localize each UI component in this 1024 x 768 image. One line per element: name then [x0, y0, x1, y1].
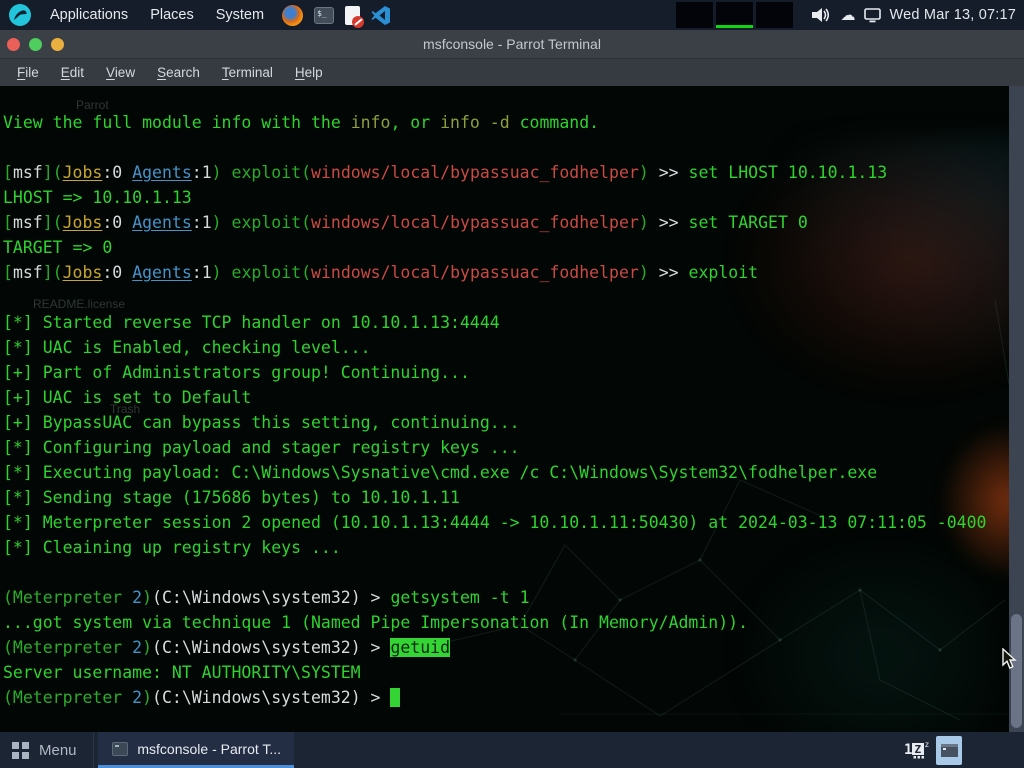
terminal-line: [msf](Jobs:0 Agents:1) exploit(windows/l… [3, 160, 1003, 185]
terminal-line: [*] Executing payload: C:\Windows\Sysnat… [3, 460, 1003, 485]
terminal-menubar: File Edit View Search Terminal Help [0, 58, 1024, 86]
menu-edit[interactable]: Edit [52, 62, 93, 83]
desktop-screen: Applications Places System $_ [0, 0, 1024, 768]
terminal-line: (Meterpreter 2)(C:\Windows\system32) > [3, 685, 1003, 710]
firefox-icon[interactable] [282, 5, 303, 26]
terminal-line: [*] Cleaining up registry keys ... [3, 535, 1003, 560]
terminal-line [3, 135, 1003, 160]
terminal-viewport[interactable]: Parrot README.license Trash View the ful… [0, 86, 1024, 732]
terminal-line: [+] BypassUAC can bypass this setting, c… [3, 410, 1003, 435]
terminal-line: [+] Part of Administrators group! Contin… [3, 360, 1003, 385]
taskbar-menu-button[interactable]: Menu [0, 732, 94, 768]
terminal-line: LHOST => 10.10.1.13 [3, 185, 1003, 210]
taskbar: Menu msfconsole - Parrot T... 1 Z z [0, 732, 1024, 768]
svg-text:Z: Z [915, 743, 922, 756]
clock[interactable]: Wed Mar 13, 07:17 [890, 7, 1016, 23]
workspace-2-active[interactable] [716, 2, 753, 28]
terminal-tray-icon[interactable] [936, 736, 962, 765]
top-panel: Applications Places System $_ [0, 0, 1024, 30]
display-icon[interactable] [864, 8, 881, 23]
taskbar-task-msfconsole[interactable]: msfconsole - Parrot T... [98, 732, 294, 768]
terminal-line: [+] UAC is set to Default [3, 385, 1003, 410]
terminal-line: [msf](Jobs:0 Agents:1) exploit(windows/l… [3, 260, 1003, 285]
menu-terminal[interactable]: Terminal [213, 62, 282, 83]
terminal-line: Server username: NT AUTHORITY\SYSTEM [3, 660, 1003, 685]
mouse-cursor [1002, 648, 1019, 670]
menu-file[interactable]: File [8, 62, 48, 83]
window-titlebar[interactable]: msfconsole - Parrot Terminal [0, 30, 1024, 58]
taskbar-task-label: msfconsole - Parrot T... [137, 741, 279, 757]
taskbar-menu-label: Menu [39, 742, 77, 759]
terminal-line: [*] UAC is Enabled, checking level... [3, 335, 1003, 360]
terminal-line: ...got system via technique 1 (Named Pip… [3, 610, 1003, 635]
terminal-line: (Meterpreter 2)(C:\Windows\system32) > g… [3, 635, 1003, 660]
weather-icon[interactable]: ☁ [841, 8, 856, 23]
terminal-line: [*] Meterpreter session 2 opened (10.10.… [3, 510, 1003, 535]
menu-system[interactable]: System [212, 5, 268, 25]
terminal-line: TARGET => 0 [3, 235, 1003, 260]
scrollbar-track[interactable] [1009, 86, 1024, 732]
terminal-app-icon[interactable]: $_ [314, 7, 334, 24]
svg-text:z: z [925, 740, 930, 749]
terminal-line: [*] Started reverse TCP handler on 10.10… [3, 310, 1003, 335]
menu-places[interactable]: Places [146, 5, 198, 25]
terminal-line: [*] Configuring payload and stager regis… [3, 435, 1003, 460]
window-title: msfconsole - Parrot Terminal [0, 36, 1024, 52]
volume-icon[interactable] [812, 7, 833, 23]
terminal-window-icon [112, 742, 129, 756]
menu-view[interactable]: View [97, 62, 144, 83]
vscode-icon[interactable] [371, 5, 391, 26]
no-entry-badge-icon [352, 16, 364, 28]
terminal-line: View the full module info with the info,… [3, 110, 1003, 135]
parrot-menu-icon[interactable] [8, 3, 32, 27]
scrollbar-thumb[interactable] [1011, 614, 1022, 728]
clipman-indicator-icon[interactable]: 1 Z z [903, 739, 929, 761]
workspace-1[interactable] [676, 2, 713, 28]
terminal-output: View the full module info with the info,… [3, 110, 1003, 710]
workspace-switcher[interactable] [676, 2, 793, 28]
svg-text:1: 1 [904, 742, 912, 758]
text-editor-icon[interactable] [345, 6, 360, 25]
terminal-line: [msf](Jobs:0 Agents:1) exploit(windows/l… [3, 210, 1003, 235]
menu-search[interactable]: Search [148, 62, 209, 83]
terminal-line: [*] Sending stage (175686 bytes) to 10.1… [3, 485, 1003, 510]
terminal-line [3, 285, 1003, 310]
workspace-3[interactable] [756, 2, 793, 28]
terminal-line [3, 560, 1003, 585]
menu-help[interactable]: Help [286, 62, 332, 83]
terminal-line: (Meterpreter 2)(C:\Windows\system32) > g… [3, 585, 1003, 610]
menu-grid-icon [12, 742, 29, 759]
menu-applications[interactable]: Applications [46, 5, 132, 25]
